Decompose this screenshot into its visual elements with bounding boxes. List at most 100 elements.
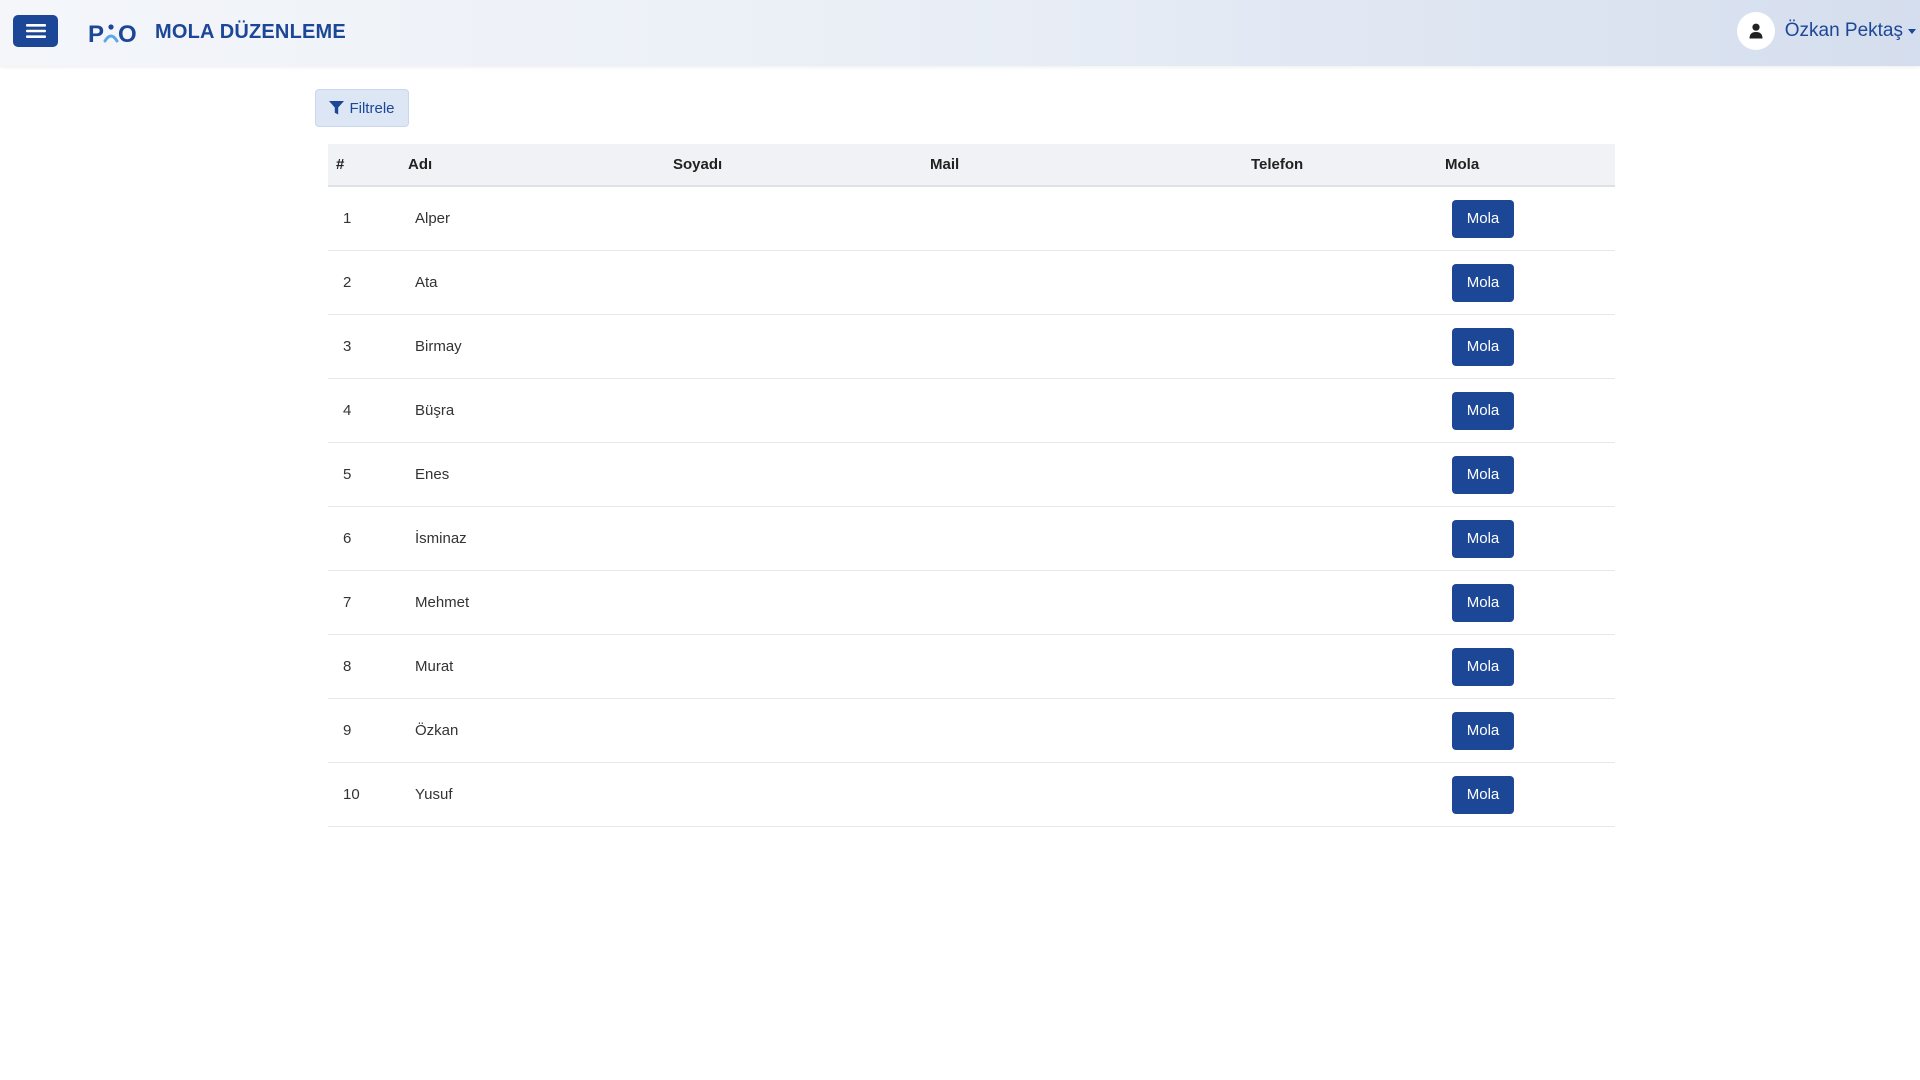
- mola-button[interactable]: Mola: [1452, 199, 1514, 238]
- row-action-cell: Mola: [1445, 378, 1615, 443]
- row-number: 5: [328, 442, 408, 507]
- column-header-number: #: [328, 144, 408, 187]
- top-navbar: P O MOLA DÜZENLEME Özkan Pektaş: [0, 0, 1920, 66]
- hamburger-icon: [25, 24, 46, 38]
- mola-button[interactable]: Mola: [1452, 647, 1514, 686]
- table-row: 1 Alper Mola: [328, 186, 1615, 251]
- table-row: 2 Ata Mola: [328, 250, 1615, 315]
- row-mail: [930, 762, 1251, 827]
- row-surname: [673, 570, 930, 635]
- row-mail: [930, 314, 1251, 379]
- table-row: 8 Murat Mola: [328, 634, 1615, 699]
- row-surname: [673, 314, 930, 379]
- row-mail: [930, 186, 1251, 251]
- row-mail: [930, 378, 1251, 443]
- mola-button[interactable]: Mola: [1452, 519, 1514, 558]
- row-phone: [1251, 186, 1445, 251]
- table-row: 6 İsminaz Mola: [328, 506, 1615, 571]
- table-row: 10 Yusuf Mola: [328, 762, 1615, 827]
- pio-logo: P O: [88, 21, 137, 46]
- row-name: Birmay: [408, 314, 673, 379]
- column-header-mail: Mail: [930, 144, 1251, 187]
- row-number: 7: [328, 570, 408, 635]
- row-mail: [930, 250, 1251, 315]
- row-action-cell: Mola: [1445, 570, 1615, 635]
- row-surname: [673, 634, 930, 699]
- svg-text:P: P: [88, 21, 104, 46]
- row-phone: [1251, 442, 1445, 507]
- table-row: 9 Özkan Mola: [328, 698, 1615, 763]
- row-surname: [673, 442, 930, 507]
- user-icon: [1749, 23, 1763, 39]
- row-number: 2: [328, 250, 408, 315]
- row-phone: [1251, 250, 1445, 315]
- row-surname: [673, 378, 930, 443]
- column-header-phone: Telefon: [1251, 144, 1445, 187]
- row-mail: [930, 634, 1251, 699]
- row-number: 1: [328, 186, 408, 251]
- row-phone: [1251, 762, 1445, 827]
- table-header-row: # Adı Soyadı Mail Telefon Mola: [328, 144, 1615, 187]
- row-name: Ata: [408, 250, 673, 315]
- row-phone: [1251, 378, 1445, 443]
- table-row: 4 Büşra Mola: [328, 378, 1615, 443]
- table-row: 5 Enes Mola: [328, 442, 1615, 507]
- row-action-cell: Mola: [1445, 698, 1615, 763]
- row-name: İsminaz: [408, 506, 673, 571]
- filter-icon: [329, 101, 345, 115]
- row-number: 8: [328, 634, 408, 699]
- caret-down-icon: [1908, 28, 1916, 34]
- avatar: [1736, 12, 1775, 50]
- row-number: 3: [328, 314, 408, 379]
- mola-button[interactable]: Mola: [1452, 327, 1514, 366]
- row-phone: [1251, 634, 1445, 699]
- row-phone: [1251, 314, 1445, 379]
- svg-text:O: O: [118, 21, 137, 46]
- table-row: 3 Birmay Mola: [328, 314, 1615, 379]
- row-mail: [930, 506, 1251, 571]
- row-name: Enes: [408, 442, 673, 507]
- column-header-mola: Mola: [1445, 144, 1615, 187]
- table-row: 7 Mehmet Mola: [328, 570, 1615, 635]
- column-header-surname: Soyadı: [673, 144, 930, 187]
- row-action-cell: Mola: [1445, 186, 1615, 251]
- row-name: Yusuf: [408, 762, 673, 827]
- row-phone: [1251, 570, 1445, 635]
- mola-button[interactable]: Mola: [1452, 583, 1514, 622]
- row-phone: [1251, 506, 1445, 571]
- mola-button[interactable]: Mola: [1452, 775, 1514, 814]
- row-action-cell: Mola: [1445, 506, 1615, 571]
- row-name: Özkan: [408, 698, 673, 763]
- row-name: Mehmet: [408, 570, 673, 635]
- row-number: 4: [328, 378, 408, 443]
- row-action-cell: Mola: [1445, 634, 1615, 699]
- mola-button[interactable]: Mola: [1452, 391, 1514, 430]
- menu-toggle-button[interactable]: [13, 15, 58, 47]
- row-number: 9: [328, 698, 408, 763]
- user-name: Özkan Pektaş: [1784, 20, 1903, 41]
- user-menu[interactable]: Özkan Pektaş: [1736, 11, 1920, 51]
- mola-button[interactable]: Mola: [1452, 711, 1514, 750]
- page-title: MOLA DÜZENLEME: [155, 21, 346, 43]
- row-mail: [930, 442, 1251, 507]
- filter-label: Filtrele: [349, 99, 395, 117]
- row-surname: [673, 762, 930, 827]
- row-name: Murat: [408, 634, 673, 699]
- row-mail: [930, 698, 1251, 763]
- row-number: 6: [328, 506, 408, 571]
- filter-button[interactable]: Filtrele: [315, 89, 409, 127]
- row-surname: [673, 698, 930, 763]
- row-name: Büşra: [408, 378, 673, 443]
- row-name: Alper: [408, 186, 673, 251]
- row-number: 10: [328, 762, 408, 827]
- mola-button[interactable]: Mola: [1452, 263, 1514, 302]
- row-surname: [673, 250, 930, 315]
- brand-logo[interactable]: P O: [88, 18, 140, 48]
- row-phone: [1251, 698, 1445, 763]
- row-action-cell: Mola: [1445, 762, 1615, 827]
- row-mail: [930, 570, 1251, 635]
- row-action-cell: Mola: [1445, 250, 1615, 315]
- row-action-cell: Mola: [1445, 442, 1615, 507]
- mola-button[interactable]: Mola: [1452, 455, 1514, 494]
- column-header-name: Adı: [408, 144, 673, 187]
